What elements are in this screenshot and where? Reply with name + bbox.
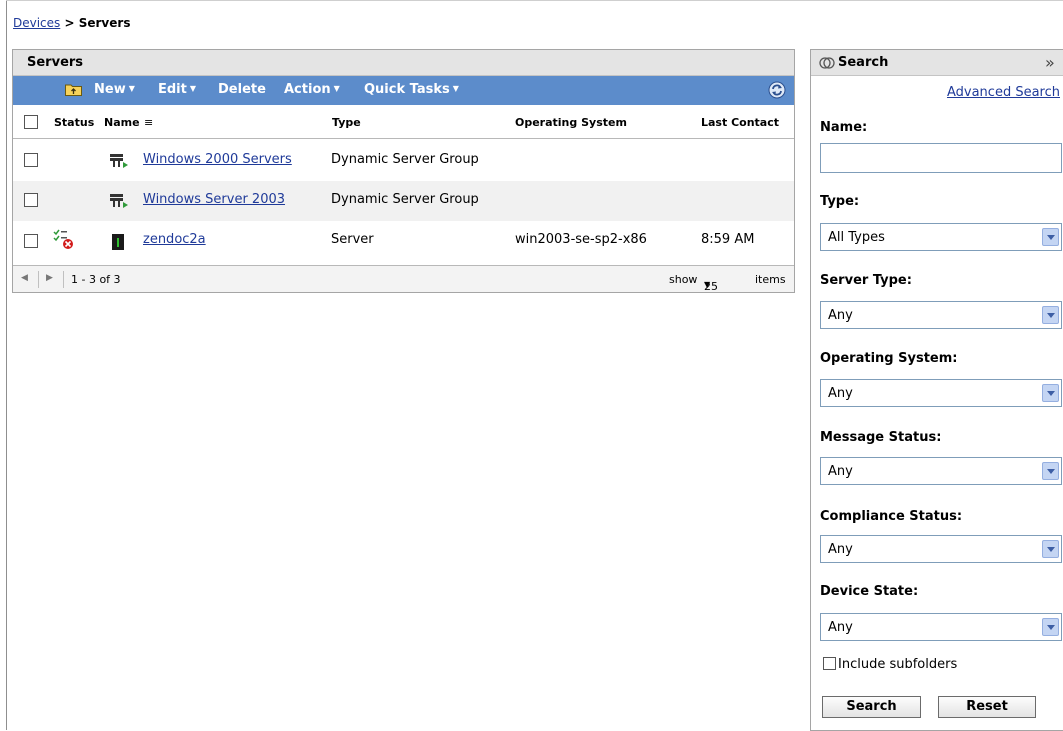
table-row[interactable]: Windows 2000 Servers Dynamic Server Grou… [13,141,794,181]
row-type: Dynamic Server Group [331,192,479,207]
top-border [6,0,1063,1]
dynamic-group-icon [110,154,128,168]
row-name-link[interactable]: Windows Server 2003 [143,192,285,207]
chevron-down-icon [1042,228,1059,246]
pager-separator [38,271,39,288]
row-checkbox[interactable] [24,234,38,248]
edit-label: Edit [158,82,187,97]
search-panel: Search » Advanced Search Name: Type: All… [810,49,1063,731]
server-icon [112,234,124,250]
row-type: Dynamic Server Group [331,152,479,167]
row-checkbox[interactable] [24,193,38,207]
compliance-status-label: Compliance Status: [820,509,963,524]
type-label: Type: [820,194,860,209]
message-status-select-value: Any [828,464,853,479]
row-os: win2003-se-sp2-x86 [515,232,647,247]
quick-tasks-menu[interactable]: Quick Tasks ▼ [364,82,459,97]
folder-up-icon[interactable] [65,83,82,96]
reset-button[interactable]: Reset [938,696,1036,718]
prev-page-icon[interactable]: ◀ [21,273,28,283]
compliance-error-icon [53,229,73,249]
name-input[interactable] [820,143,1062,173]
chevron-down-icon [1042,540,1059,558]
name-column-header[interactable]: Name [104,116,140,129]
operating-system-select[interactable]: Any [820,379,1062,407]
refresh-icon[interactable] [768,81,786,99]
page-size-label: show [669,273,698,286]
new-menu[interactable]: New ▼ [94,82,135,97]
compliance-status-select[interactable]: Any [820,535,1062,563]
pager-separator [63,271,64,288]
type-select[interactable]: All Types [820,223,1062,251]
items-label: items [755,273,786,286]
action-label: Action [284,82,331,97]
search-icon [819,57,835,69]
action-menu[interactable]: Action ▼ [284,82,340,97]
table-footer: ◀ ▶ 1 - 3 of 3 show 25 ▼ items [13,265,794,293]
server-type-select[interactable]: Any [820,301,1062,329]
quick-tasks-label: Quick Tasks [364,82,450,97]
table-row[interactable]: zendoc2a Server win2003-se-sp2-x86 8:59 … [13,221,794,261]
chevron-down-icon [1042,462,1059,480]
row-type: Server [331,232,374,247]
include-subfolders-label: Include subfolders [838,657,958,672]
select-all-checkbox[interactable] [24,115,38,129]
status-column-header[interactable]: Status [54,116,94,129]
search-button[interactable]: Search [822,696,921,718]
operating-system-select-value: Any [828,386,853,401]
operating-system-label: Operating System: [820,351,958,366]
advanced-search-link[interactable]: Advanced Search [947,85,1060,100]
breadcrumb-separator: > [64,16,75,30]
include-subfolders-option[interactable]: Include subfolders [823,657,957,672]
collapse-panel-icon[interactable]: » [1045,53,1055,72]
breadcrumb-devices-link[interactable]: Devices [13,16,60,30]
os-column-header[interactable]: Operating System [515,116,627,129]
table-row[interactable]: Windows Server 2003 Dynamic Server Group [13,181,794,221]
servers-panel: Servers New ▼ Edit ▼ Delete Action ▼ Quick … [12,49,795,293]
dynamic-group-icon [110,194,128,208]
row-checkbox[interactable] [24,153,38,167]
message-status-label: Message Status: [820,430,942,445]
server-type-label: Server Type: [820,273,912,288]
next-page-icon[interactable]: ▶ [46,273,53,283]
row-name-link[interactable]: zendoc2a [143,232,206,247]
table-header: Status Name ≡ Type Operating System Last… [13,106,794,139]
sort-indicator-icon[interactable]: ≡ [144,116,153,129]
device-state-select-value: Any [828,620,853,635]
row-last-contact: 8:59 AM [701,232,755,247]
type-select-value: All Types [828,230,885,245]
device-state-select[interactable]: Any [820,613,1062,641]
chevron-down-icon [1042,618,1059,636]
pager-range: 1 - 3 of 3 [71,273,121,286]
message-status-select[interactable]: Any [820,457,1062,485]
delete-button[interactable]: Delete [218,82,266,97]
row-name-link[interactable]: Windows 2000 Servers [143,152,292,167]
type-column-header[interactable]: Type [332,116,361,129]
breadcrumb: Devices > Servers [13,16,130,30]
new-label: New [94,82,126,97]
breadcrumb-current: Servers [78,16,131,30]
chevron-down-icon [1042,384,1059,402]
servers-panel-title: Servers [13,50,794,76]
chevron-down-icon: ▼ [704,280,711,289]
servers-toolbar: New ▼ Edit ▼ Delete Action ▼ Quick Tasks ▼ [13,76,794,105]
device-state-label: Device State: [820,584,919,599]
search-panel-title: Search [838,55,889,70]
compliance-status-select-value: Any [828,542,853,557]
chevron-down-icon [1042,306,1059,324]
search-panel-header: Search » [811,50,1063,76]
left-border [6,0,7,730]
last-contact-column-header[interactable]: Last Contact [701,116,779,129]
include-subfolders-checkbox[interactable] [823,657,836,670]
name-label: Name: [820,120,868,135]
edit-menu[interactable]: Edit ▼ [158,82,196,97]
server-type-select-value: Any [828,308,853,323]
